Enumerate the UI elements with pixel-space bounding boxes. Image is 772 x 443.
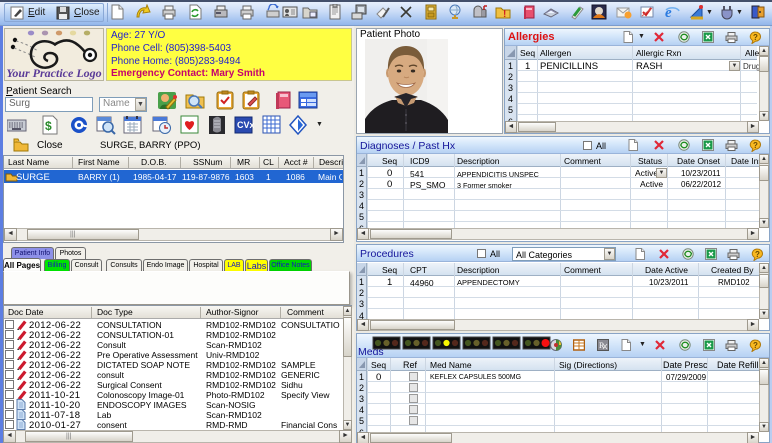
svg-text:?: ? (753, 341, 758, 350)
